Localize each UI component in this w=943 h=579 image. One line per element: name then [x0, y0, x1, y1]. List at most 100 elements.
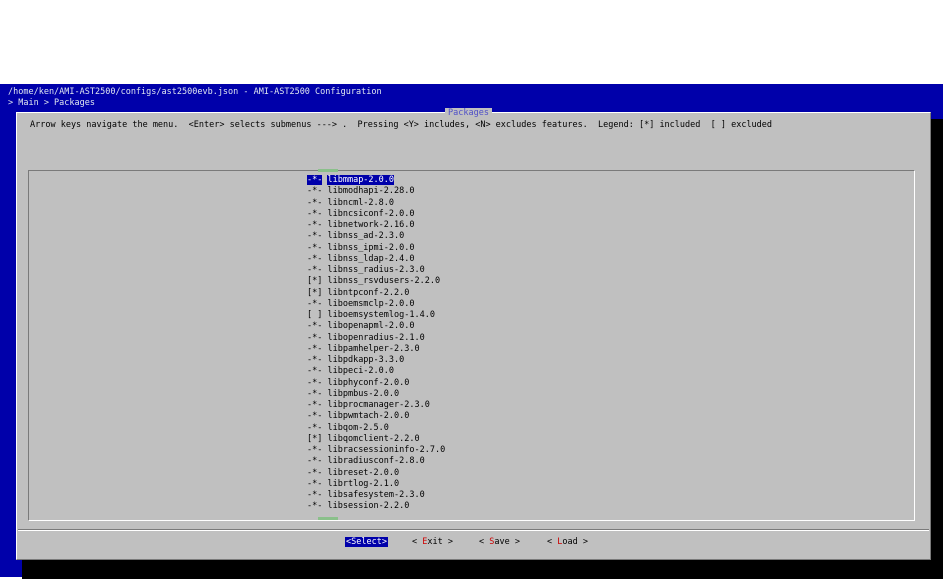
package-item[interactable]: -*- libradiusconf-2.8.0	[307, 456, 445, 467]
package-name: libncml-2.8.0	[327, 197, 395, 208]
package-item[interactable]: -*- libnss_ldap-2.4.0	[307, 254, 445, 265]
package-state-mark: -*-	[307, 298, 323, 309]
package-item[interactable]: -*- libreset-2.0.0	[307, 468, 445, 479]
package-state-mark: [*]	[307, 433, 323, 444]
package-state-mark: -*-	[307, 186, 323, 197]
package-state-mark: -*-	[307, 377, 323, 388]
package-state-mark: -*-	[307, 411, 323, 422]
package-name: liboemsmclp-2.0.0	[327, 298, 415, 309]
scroll-up-indicator	[318, 169, 338, 172]
package-name: libntpconf-2.2.0	[327, 287, 410, 298]
package-state-mark: [ ]	[307, 310, 323, 320]
package-name: libracsessioninfo-2.7.0	[327, 445, 446, 455]
scroll-down-indicator	[318, 517, 338, 520]
package-name: libnss_ipmi-2.0.0	[327, 242, 415, 253]
config-file-title: /home/ken/AMI-AST2500/configs/ast2500evb…	[8, 87, 382, 97]
package-name: libopenapml-2.0.0	[327, 321, 415, 332]
package-state-mark: -*-	[307, 231, 323, 242]
package-name: libnetwork-2.16.0	[327, 220, 415, 230]
help-text: Arrow keys navigate the menu. <Enter> se…	[30, 120, 773, 130]
package-name: libreset-2.0.0	[327, 467, 400, 478]
package-item[interactable]: -*- libopenradius-2.1.0	[307, 333, 445, 344]
package-name: libsafesystem-2.3.0	[327, 490, 425, 500]
load-button-close: >	[577, 537, 588, 547]
package-item[interactable]: [*] libnss_rsvdusers-2.2.0	[307, 276, 445, 287]
select-button-close: >	[381, 537, 387, 547]
save-button-label: ave	[494, 537, 510, 547]
select-button[interactable]: <Select>	[345, 537, 388, 547]
save-button-open: <	[479, 537, 490, 547]
package-name: libsession-2.2.0	[327, 501, 410, 512]
save-button[interactable]: < Save >	[479, 537, 520, 547]
exit-button-label: xit	[427, 537, 443, 547]
package-state-mark: -*-	[307, 501, 323, 512]
package-state-mark: -*-	[307, 422, 323, 433]
package-state-mark: -*-	[307, 242, 323, 253]
package-state-mark: -*-	[307, 332, 323, 343]
package-name: libpamhelper-2.3.0	[327, 343, 420, 354]
save-button-close: >	[509, 537, 520, 547]
package-item[interactable]: -*- libpmbus-2.0.0	[307, 389, 445, 400]
package-item[interactable]: -*- libqom-2.5.0	[307, 423, 445, 434]
package-item[interactable]: -*- librtlog-2.1.0	[307, 479, 445, 490]
package-name: liboemsystemlog-1.4.0	[327, 310, 435, 320]
package-item[interactable]: -*- libnss_ad-2.3.0	[307, 231, 445, 242]
package-state-mark: [*]	[307, 287, 323, 298]
package-item[interactable]: -*- libsafesystem-2.3.0	[307, 490, 445, 501]
package-state-mark: -*-	[307, 355, 323, 365]
package-item[interactable]: -*- libmodhapi-2.28.0	[307, 186, 445, 197]
package-name: libqomclient-2.2.0	[327, 433, 420, 444]
package-state-mark: -*-	[307, 490, 323, 500]
package-item[interactable]: -*- libpeci-2.0.0	[307, 366, 445, 377]
package-item[interactable]: -*- liboemsmclp-2.0.0	[307, 299, 445, 310]
package-item[interactable]: -*- libnetwork-2.16.0	[307, 220, 445, 231]
package-name: libpwmtach-2.0.0	[327, 411, 410, 422]
package-state-mark: -*-	[307, 467, 323, 478]
package-item[interactable]: [ ] liboemsystemlog-1.4.0	[307, 310, 445, 321]
package-state-mark: -*-	[307, 265, 323, 275]
exit-button[interactable]: < Exit >	[412, 537, 453, 547]
package-item[interactable]: [*] libntpconf-2.2.0	[307, 288, 445, 299]
package-item[interactable]: -*- libphyconf-2.0.0	[307, 378, 445, 389]
terminal-window: /home/ken/AMI-AST2500/configs/ast2500evb…	[0, 84, 943, 579]
package-state-mark: -*-	[307, 253, 323, 264]
package-state-mark: [*]	[307, 276, 323, 287]
select-button-label: elect	[356, 537, 382, 547]
button-bar: <Select> < Exit > < Save > < Load >	[17, 537, 930, 551]
exit-button-close: >	[442, 537, 453, 547]
package-state-mark: -*-	[307, 445, 323, 455]
exit-button-open: <	[412, 537, 423, 547]
package-item[interactable]: -*- libracsessioninfo-2.7.0	[307, 445, 445, 456]
package-list[interactable]: -*- libmmap-2.0.0 -*- libmodhapi-2.28.0 -*…	[28, 169, 915, 521]
package-state-mark: -*-	[307, 400, 323, 410]
package-name: libopenradius-2.1.0	[327, 332, 425, 343]
package-item[interactable]: -*- libnss_ipmi-2.0.0	[307, 243, 445, 254]
load-button-open: <	[547, 537, 558, 547]
package-item[interactable]: -*- libmmap-2.0.0	[307, 175, 445, 186]
package-name: libpdkapp-3.3.0	[327, 355, 405, 365]
package-item[interactable]: -*- libnss_radius-2.3.0	[307, 265, 445, 276]
load-button[interactable]: < Load >	[547, 537, 588, 547]
package-item[interactable]: -*- libpwmtach-2.0.0	[307, 411, 445, 422]
package-state-mark: -*-	[307, 478, 323, 489]
package-item[interactable]: -*- libncsiconf-2.0.0	[307, 209, 445, 220]
package-item[interactable]: -*- libopenapml-2.0.0	[307, 321, 445, 332]
package-item[interactable]: -*- libprocmanager-2.3.0	[307, 400, 445, 411]
package-item[interactable]: -*- libpdkapp-3.3.0	[307, 355, 445, 366]
package-name: libmodhapi-2.28.0	[327, 186, 415, 197]
package-item[interactable]: -*- libncml-2.8.0	[307, 198, 445, 209]
package-items: -*- libmmap-2.0.0 -*- libmodhapi-2.28.0 -*…	[307, 175, 445, 513]
package-name: libphyconf-2.0.0	[327, 377, 410, 388]
package-state-mark: -*-	[307, 175, 323, 185]
package-name: libnss_ldap-2.4.0	[327, 253, 415, 264]
package-name: libnss_rsvdusers-2.2.0	[327, 276, 441, 287]
package-state-mark: -*-	[307, 366, 323, 377]
package-name: libncsiconf-2.0.0	[327, 208, 415, 219]
load-button-label: oad	[562, 537, 578, 547]
package-name: libradiusconf-2.8.0	[327, 456, 425, 467]
package-name: libnss_radius-2.3.0	[327, 265, 425, 275]
package-item[interactable]: -*- libsession-2.2.0	[307, 501, 445, 512]
package-item[interactable]: -*- libpamhelper-2.3.0	[307, 344, 445, 355]
package-state-mark: -*-	[307, 388, 323, 399]
package-item[interactable]: [*] libqomclient-2.2.0	[307, 434, 445, 445]
